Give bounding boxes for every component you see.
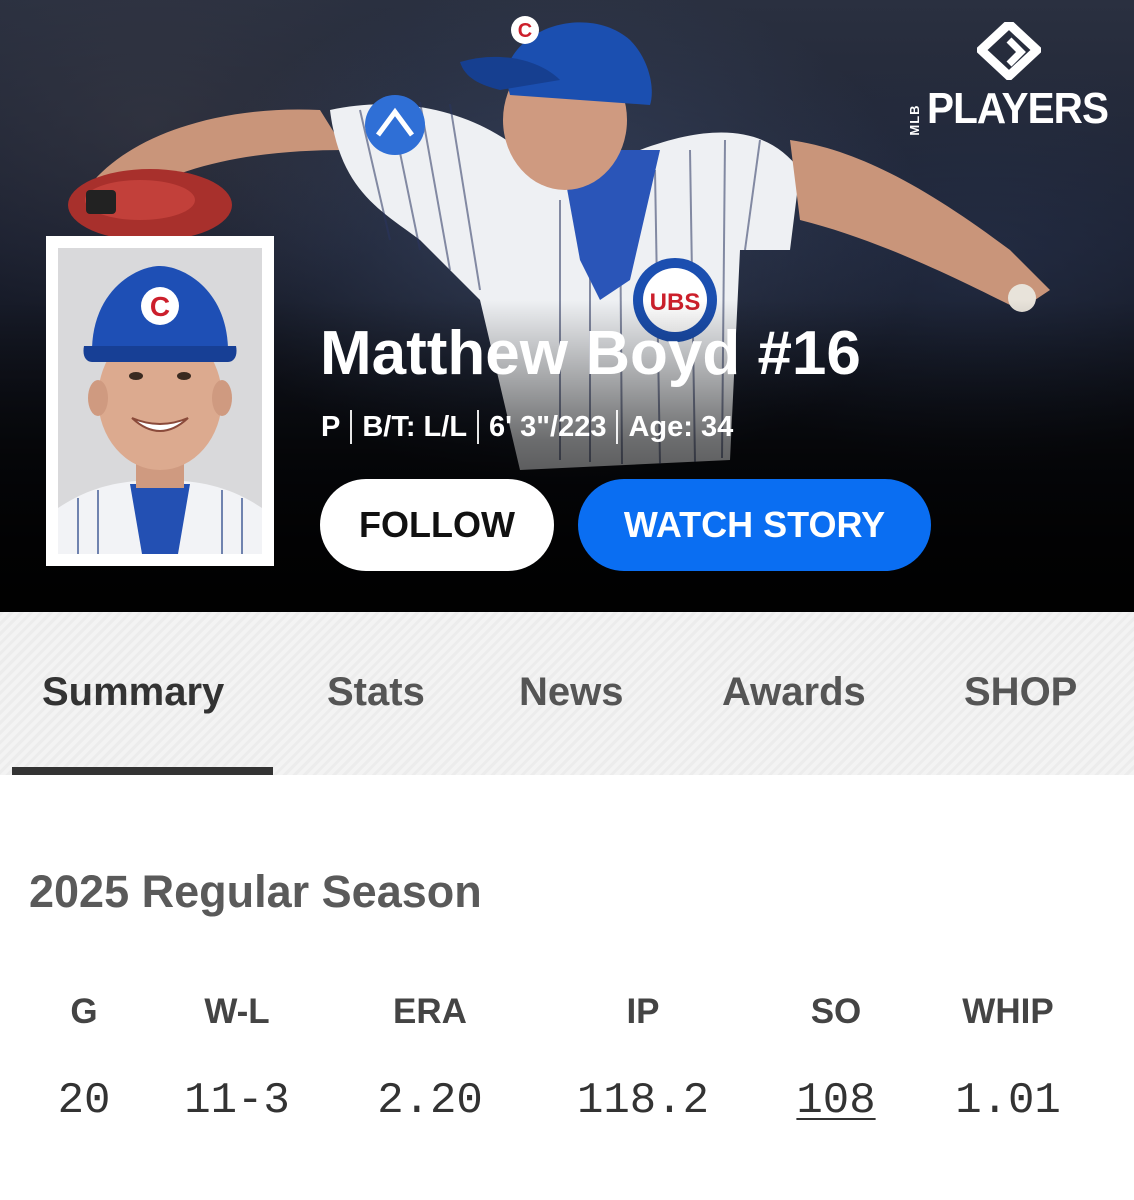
player-headshot: C (46, 236, 274, 566)
tab-news[interactable]: News (519, 670, 624, 715)
stat-era: ERA 2.20 (330, 992, 530, 1126)
tab-stats[interactable]: Stats (327, 670, 425, 715)
stat-win-loss: W-L 11-3 (137, 992, 337, 1126)
player-name: Matthew Boyd #16 (320, 319, 861, 388)
stat-whip: WHIP 1.01 (908, 992, 1108, 1126)
follow-button[interactable]: FOLLOW (320, 479, 554, 571)
tab-shop[interactable]: SHOP (964, 670, 1077, 715)
player-height-weight: 6' 3"/223 (489, 410, 607, 443)
tab-awards[interactable]: Awards (722, 670, 866, 715)
svg-text:C: C (150, 291, 170, 322)
stat-value: 1.01 (955, 1076, 1061, 1126)
active-tab-indicator (12, 767, 273, 775)
players-diamond-logo-icon (977, 22, 1041, 80)
logo-mlb-text: MLB (907, 104, 922, 136)
stat-label: SO (810, 992, 862, 1031)
stat-label: W-L (204, 992, 270, 1031)
season-title: 2025 Regular Season (29, 866, 482, 917)
headshot-photo: C (58, 248, 262, 554)
player-hero-banner: UBS C MLB PLAYERS (0, 0, 1134, 612)
stat-innings-pitched: IP 118.2 (543, 992, 743, 1126)
stat-label: WHIP (962, 992, 1054, 1031)
stat-value: 2.20 (377, 1076, 483, 1126)
glove-icon (68, 169, 232, 241)
stat-value: 118.2 (576, 1076, 710, 1126)
stat-label: IP (626, 992, 660, 1031)
stat-label: ERA (393, 992, 467, 1031)
player-age: Age: 34 (628, 410, 734, 443)
stat-value: 11-3 (184, 1076, 290, 1126)
svg-text:C: C (518, 20, 532, 42)
player-bats-throws: B/T: L/L (362, 410, 468, 443)
player-position: P (321, 410, 341, 443)
profile-tab-bar: Summary Stats News Awards SHOP (0, 612, 1134, 775)
watch-story-button[interactable]: WATCH STORY (578, 479, 931, 571)
logo-players-text: PLAYERS (927, 84, 1109, 133)
mlb-players-logo[interactable]: MLB PLAYERS (905, 22, 1115, 136)
meta-divider (350, 410, 353, 444)
meta-divider (477, 410, 480, 444)
player-meta-row: P B/T: L/L 6' 3"/223 Age: 34 (321, 410, 733, 444)
meta-divider (616, 410, 619, 444)
tab-summary[interactable]: Summary (42, 670, 224, 715)
stat-strikeouts: SO 108 (736, 992, 936, 1126)
strikeouts-link[interactable]: 108 (736, 1076, 936, 1126)
